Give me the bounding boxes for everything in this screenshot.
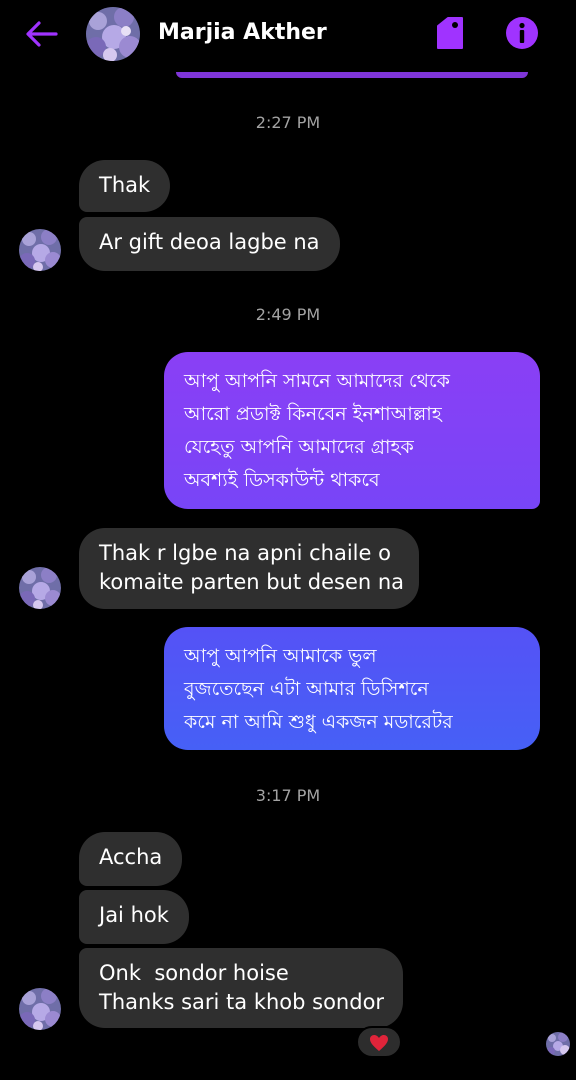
sender-avatar[interactable]: [19, 988, 61, 1030]
contact-name[interactable]: Marjia Akther: [158, 20, 327, 45]
contact-avatar[interactable]: [86, 7, 140, 61]
message-bubble-incoming[interactable]: Thak r lgbe na apni chaile o komaite par…: [79, 528, 419, 609]
message-bubble-incoming[interactable]: Thak: [79, 160, 171, 212]
message-bubble-outgoing[interactable]: আপু আপনি আমাকে ভুল বুজতেছেন এটা আমার ডিস…: [164, 627, 540, 750]
timestamp: 2:49 PM: [255, 305, 321, 324]
timestamp: 3:17 PM: [255, 786, 321, 805]
arrow-left-icon[interactable]: [24, 18, 60, 50]
sender-avatar[interactable]: [19, 567, 61, 609]
tag-icon[interactable]: [434, 16, 466, 50]
seen-receipt-avatar: [546, 1032, 570, 1056]
timestamp: 2:27 PM: [255, 113, 321, 132]
reaction-badge[interactable]: [356, 1026, 402, 1058]
message-bubble-incoming[interactable]: Ar gift deoa lagbe na: [79, 217, 340, 271]
sender-avatar[interactable]: [19, 229, 61, 271]
heart-icon: [370, 1035, 388, 1051]
pinned-message-edge: [176, 72, 528, 78]
message-bubble-incoming[interactable]: Onk sondor hoise Thanks sari ta khob son…: [79, 948, 403, 1028]
message-bubble-outgoing[interactable]: আপু আপনি সামনে আমাদের থেকে আরো প্রডাক্ট …: [164, 352, 540, 509]
message-bubble-incoming[interactable]: Accha: [79, 832, 183, 886]
chat-screen: Marjia Akther 2:27 PM Thak Ar gift deoa …: [0, 0, 576, 1080]
info-icon[interactable]: [505, 16, 539, 50]
message-bubble-incoming[interactable]: Jai hok: [79, 890, 189, 944]
chat-header: Marjia Akther: [0, 0, 576, 70]
